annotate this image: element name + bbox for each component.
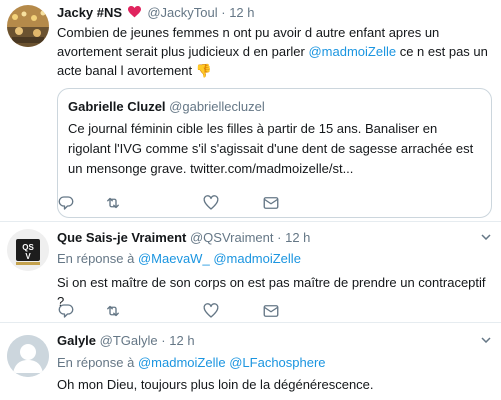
mention-link[interactable]: @MaevaW_ <box>138 251 210 266</box>
message-icon[interactable] <box>262 302 280 320</box>
reply-prefix: En réponse à <box>57 251 135 266</box>
user-name[interactable]: Que Sais-je Vraiment <box>57 230 186 245</box>
reply-context: En réponse à @madmoiZelle @LFachosphere <box>57 355 326 370</box>
timestamp[interactable]: 12 h <box>285 230 310 245</box>
avatar[interactable] <box>7 5 49 47</box>
tweet-qsvraiment[interactable]: QS V Que Sais-je Vraiment @QSVraiment · … <box>0 222 501 322</box>
like-icon[interactable] <box>202 302 220 320</box>
user-handle[interactable]: @JackyToul <box>147 5 217 20</box>
timestamp[interactable]: 12 h <box>169 333 194 348</box>
tweet-header: Galyle @TGalyle · 12 h <box>57 333 195 348</box>
reply-icon[interactable] <box>57 194 75 212</box>
avatar[interactable]: QS V <box>7 229 49 271</box>
user-name[interactable]: Galyle <box>57 333 96 348</box>
mention-link[interactable]: @madmoiZelle <box>213 251 301 266</box>
user-handle[interactable]: @QSVraiment <box>190 230 274 245</box>
reply-context: En réponse à @MaevaW_ @madmoiZelle <box>57 251 301 266</box>
tweet-text: Oh mon Dieu, toujours plus loin de la dé… <box>57 377 374 392</box>
mention-link[interactable]: @madmoiZelle <box>138 355 226 370</box>
quoted-text: Ce journal féminin cible les filles à pa… <box>68 121 474 176</box>
tweet-galyle[interactable]: Galyle @TGalyle · 12 h En réponse à @mad… <box>0 323 501 400</box>
user-handle[interactable]: @TGalyle <box>100 333 158 348</box>
tweet-jacky[interactable]: Jacky #NS @JackyToul · 12 h Combien de j… <box>0 0 501 221</box>
user-name[interactable]: Jacky #NS <box>57 5 122 20</box>
tweet-header: Jacky #NS @JackyToul · 12 h <box>57 5 255 20</box>
heart-emoji-icon <box>127 6 141 18</box>
like-icon[interactable] <box>202 194 220 212</box>
reply-prefix: En réponse à <box>57 355 135 370</box>
message-icon[interactable] <box>262 194 280 212</box>
mention-link[interactable]: @madmoiZelle <box>308 44 396 59</box>
retweet-icon[interactable] <box>104 194 122 212</box>
tweet-header: Que Sais-je Vraiment @QSVraiment · 12 h <box>57 230 310 245</box>
reply-icon[interactable] <box>57 302 75 320</box>
separator-dot: · <box>277 230 282 245</box>
retweet-icon[interactable] <box>104 302 122 320</box>
svg-text:V: V <box>25 252 31 261</box>
separator-dot: · <box>221 5 226 20</box>
separator-dot: · <box>161 333 166 348</box>
timestamp[interactable]: 12 h <box>229 5 254 20</box>
thumbs-down-emoji: 👎 <box>195 63 212 78</box>
chevron-down-icon[interactable] <box>481 337 491 343</box>
quoted-header: Gabrielle Cluzel @gabriellecluzel <box>68 99 265 114</box>
chevron-down-icon[interactable] <box>481 234 491 240</box>
tweet-actions <box>57 194 357 212</box>
mention-link[interactable]: @LFachosphere <box>229 355 325 370</box>
tweet-actions <box>57 302 357 320</box>
quoted-user-handle: @gabriellecluzel <box>169 99 265 114</box>
quoted-user-name: Gabrielle Cluzel <box>68 99 166 114</box>
svg-text:QS: QS <box>22 243 34 252</box>
tweet-text: Combien de jeunes femmes n ont pu avoir … <box>57 23 493 80</box>
avatar[interactable] <box>7 335 49 377</box>
